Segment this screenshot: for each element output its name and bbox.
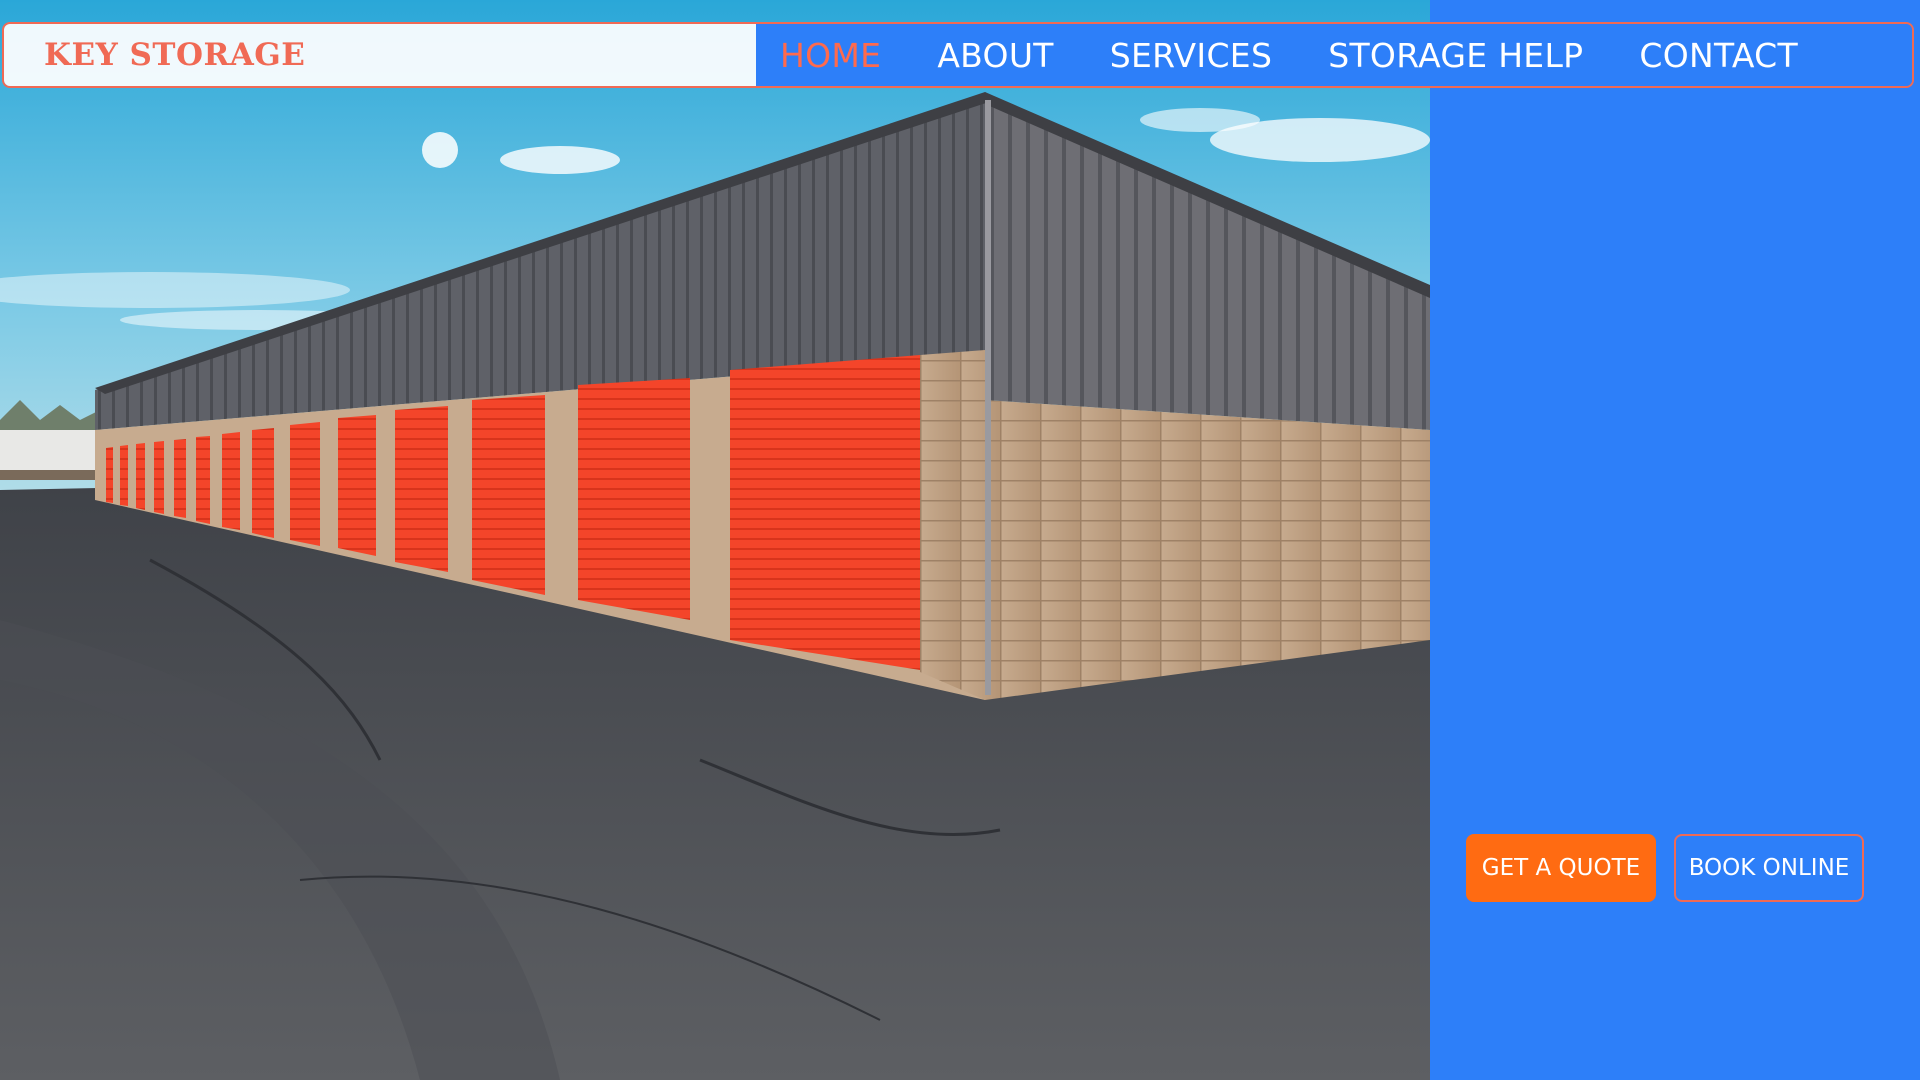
cta-group: GET A QUOTE BOOK ONLINE bbox=[1466, 834, 1864, 902]
book-online-button[interactable]: BOOK ONLINE bbox=[1674, 834, 1864, 902]
nav-item-about[interactable]: ABOUT bbox=[937, 36, 1053, 75]
hero-image bbox=[0, 0, 1430, 1080]
get-quote-button[interactable]: GET A QUOTE bbox=[1466, 834, 1656, 902]
brand-area: KEY STORAGE bbox=[4, 24, 756, 86]
nav-item-services[interactable]: SERVICES bbox=[1110, 36, 1272, 75]
brand-logo[interactable]: KEY STORAGE bbox=[44, 37, 305, 73]
side-panel bbox=[1430, 0, 1920, 1080]
nav-item-storage-help[interactable]: STORAGE HELP bbox=[1328, 36, 1583, 75]
nav-item-contact[interactable]: CONTACT bbox=[1639, 36, 1798, 75]
nav-menu: HOME ABOUT SERVICES STORAGE HELP CONTACT bbox=[756, 24, 1912, 86]
top-navbar: KEY STORAGE HOME ABOUT SERVICES STORAGE … bbox=[2, 22, 1914, 88]
nav-item-home[interactable]: HOME bbox=[780, 36, 881, 75]
storage-building-illustration bbox=[0, 0, 1430, 1080]
